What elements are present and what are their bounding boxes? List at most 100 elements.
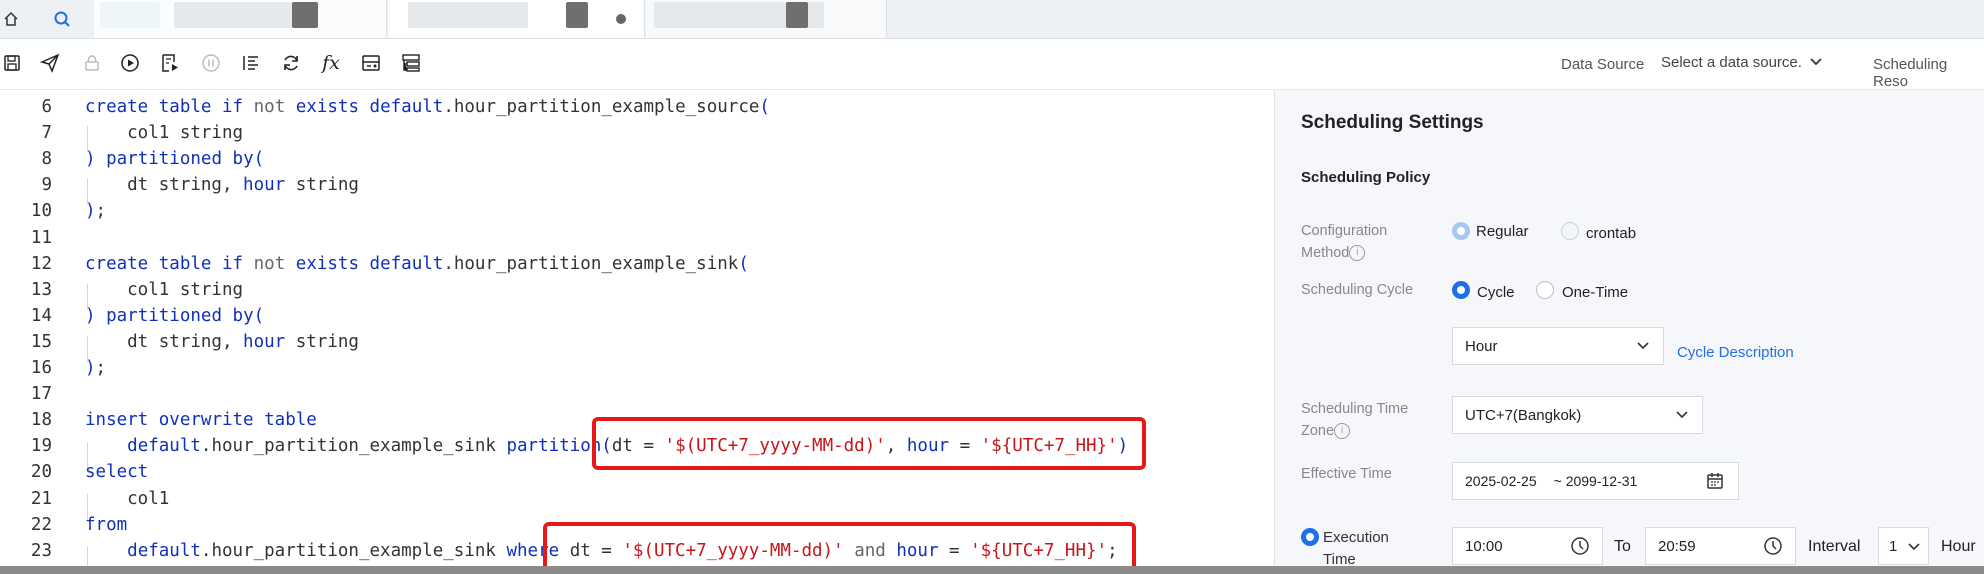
line-number: 19 bbox=[30, 436, 52, 457]
home-button[interactable] bbox=[0, 0, 22, 38]
timezone-label-line2: Zone i bbox=[1301, 420, 1408, 442]
chevron-down-icon bbox=[1676, 411, 1688, 419]
timezone-label-line1: Scheduling Time bbox=[1301, 401, 1409, 417]
tab-1-title-blur bbox=[174, 2, 294, 28]
stop-icon bbox=[202, 54, 220, 72]
code-line: 21 col1 bbox=[0, 486, 1273, 512]
radio-regular[interactable] bbox=[1452, 222, 1470, 240]
line-number: 17 bbox=[30, 384, 52, 405]
calendar-icon bbox=[1707, 473, 1723, 489]
line-number: 7 bbox=[41, 123, 52, 144]
interval-value: 1 bbox=[1889, 537, 1898, 555]
scheduling-resource-label[interactable]: Scheduling Reso bbox=[1873, 56, 1984, 90]
cycle-unit-select[interactable]: Hour bbox=[1452, 327, 1664, 365]
code-line: 12 create table if not exists default.hou… bbox=[0, 251, 1273, 277]
code-text: col1 bbox=[85, 488, 170, 509]
clock-icon bbox=[1571, 537, 1589, 555]
timezone-label: Scheduling Time Zone i bbox=[1301, 398, 1408, 442]
code-editor[interactable]: 6 create table if not exists default.hour… bbox=[0, 90, 1273, 574]
effective-time-range[interactable]: 2025-02-25 ~ 2099-12-31 bbox=[1452, 462, 1739, 500]
stop-button[interactable] bbox=[199, 51, 223, 75]
scheduling-cycle-label: Scheduling Cycle bbox=[1301, 282, 1414, 298]
lock-icon bbox=[85, 55, 99, 71]
resources-button[interactable] bbox=[399, 51, 423, 75]
radio-execution-time[interactable] bbox=[1301, 528, 1319, 546]
tab-2[interactable] bbox=[388, 0, 645, 38]
line-number: 21 bbox=[30, 488, 52, 509]
tab-1[interactable] bbox=[94, 0, 387, 38]
code-line: 9 dt string, hour string bbox=[0, 172, 1273, 198]
tab-3[interactable] bbox=[646, 0, 887, 38]
line-number: 8 bbox=[41, 149, 52, 170]
radio-one-time[interactable] bbox=[1536, 281, 1554, 299]
config-method-label-line2: Method i bbox=[1301, 242, 1387, 264]
to-label: To bbox=[1614, 538, 1631, 555]
search-icon bbox=[54, 11, 70, 27]
code-text: from bbox=[85, 514, 128, 535]
radio-cycle-label: Cycle bbox=[1477, 284, 1515, 301]
code-line: 14) partitioned by( bbox=[0, 303, 1273, 329]
execution-end-input[interactable]: 20:59 bbox=[1645, 527, 1796, 565]
code-text: col1 string bbox=[85, 279, 244, 300]
line-number: 20 bbox=[30, 462, 52, 483]
save-icon bbox=[4, 55, 20, 71]
publish-icon bbox=[40, 53, 60, 73]
timezone-value: UTC+7(Bangkok) bbox=[1465, 406, 1582, 424]
line-number: 9 bbox=[41, 175, 52, 196]
refresh-button[interactable] bbox=[279, 51, 303, 75]
execution-time-label-line1: Execution bbox=[1323, 529, 1389, 546]
unsaved-dot-icon bbox=[616, 14, 626, 24]
interval-label: Interval bbox=[1808, 538, 1861, 555]
config-method-label: Configuration Method i bbox=[1301, 220, 1387, 264]
search-button[interactable] bbox=[46, 0, 78, 38]
run-button[interactable] bbox=[118, 51, 142, 75]
effective-time-label: Effective Time bbox=[1301, 466, 1392, 482]
radio-one-time-label: One-Time bbox=[1562, 284, 1629, 301]
params-button[interactable] bbox=[359, 51, 383, 75]
data-source-select[interactable]: Select a data source. bbox=[1661, 54, 1822, 71]
info-icon[interactable]: i bbox=[1334, 423, 1351, 440]
code-text: col1 string bbox=[85, 123, 244, 144]
radio-crontab[interactable] bbox=[1561, 222, 1579, 240]
chevron-down-icon bbox=[1810, 58, 1822, 66]
code-text: ); bbox=[85, 201, 107, 222]
code-text: create table if not exists default.hour_… bbox=[85, 253, 749, 274]
function-button[interactable]: fx bbox=[319, 51, 343, 75]
radio-cycle[interactable] bbox=[1452, 281, 1470, 299]
scheduling-settings-panel: Scheduling Settings Scheduling Policy Co… bbox=[1274, 90, 1984, 574]
run-selected-button[interactable] bbox=[158, 51, 182, 75]
code-text: dt string, hour string bbox=[85, 175, 359, 196]
refresh-icon bbox=[284, 55, 298, 71]
panel-title: Scheduling Settings bbox=[1301, 112, 1484, 133]
effective-start: 2025-02-25 bbox=[1465, 473, 1537, 489]
format-button[interactable] bbox=[239, 51, 263, 75]
home-icon bbox=[4, 11, 18, 26]
function-icon: fx bbox=[322, 52, 340, 74]
timezone-select[interactable]: UTC+7(Bangkok) bbox=[1452, 396, 1703, 434]
tab-bar bbox=[0, 0, 1984, 39]
code-line: 15 dt string, hour string bbox=[0, 329, 1273, 355]
cycle-unit-value: Hour bbox=[1465, 337, 1498, 355]
publish-button[interactable] bbox=[38, 51, 62, 75]
code-line: 6 create table if not exists default.hour… bbox=[0, 94, 1273, 120]
tab-1-title bbox=[100, 2, 160, 28]
line-number: 12 bbox=[30, 253, 52, 274]
lock-button[interactable] bbox=[80, 51, 104, 75]
line-number: 23 bbox=[30, 540, 52, 561]
line-number: 10 bbox=[30, 201, 52, 222]
config-method-label-line1: Configuration bbox=[1301, 223, 1388, 239]
execution-start-input[interactable]: 10:00 bbox=[1452, 527, 1603, 565]
horizontal-scrollbar[interactable] bbox=[0, 566, 1984, 574]
highlight-box-partition bbox=[592, 417, 1146, 470]
cycle-description-link[interactable]: Cycle Description bbox=[1677, 344, 1794, 361]
info-icon[interactable]: i bbox=[1349, 245, 1366, 262]
data-source-label: Data Source bbox=[1561, 56, 1645, 73]
interval-select[interactable]: 1 bbox=[1878, 527, 1929, 565]
tab-2-title-blur bbox=[408, 2, 528, 28]
code-text: select bbox=[85, 462, 149, 483]
code-line: 10); bbox=[0, 198, 1273, 224]
line-number: 18 bbox=[30, 410, 52, 431]
chevron-down-icon bbox=[1908, 543, 1920, 551]
execution-end-value: 20:59 bbox=[1658, 537, 1696, 555]
save-button[interactable] bbox=[0, 51, 24, 75]
